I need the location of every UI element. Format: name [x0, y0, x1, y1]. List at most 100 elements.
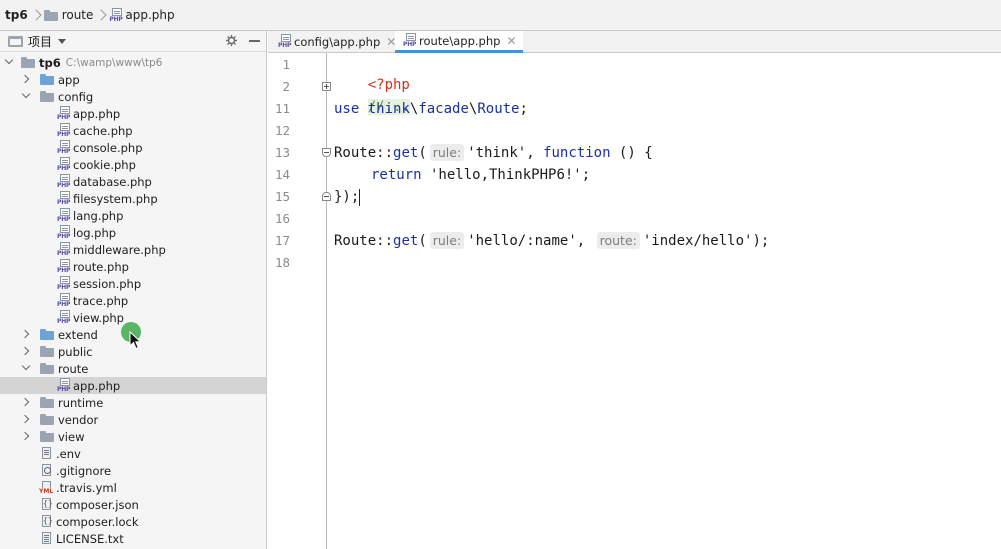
tree-item-label: app.php: [73, 378, 121, 393]
tree-file[interactable]: .gitignore: [0, 462, 266, 479]
project-panel: 项目 tp6 C:\wamp\www\tp6 app config PHP app.p…: [0, 31, 267, 549]
gear-icon[interactable]: [226, 35, 237, 46]
tree-file[interactable]: PHP console.php: [0, 139, 266, 156]
tree-file[interactable]: LICENSE.txt: [0, 530, 266, 547]
dropdown-arrow-icon[interactable]: [58, 38, 67, 44]
tree-file[interactable]: PHP route.php: [0, 258, 266, 275]
tree-item-label: middleware.php: [73, 242, 166, 257]
tree-item-label: .travis.yml: [56, 480, 117, 495]
parameter-hint: rule:: [429, 232, 465, 249]
tree-item-label: vendor: [58, 412, 99, 427]
php-file-icon: PHP: [57, 123, 71, 138]
tree-folder-view[interactable]: view: [0, 428, 266, 445]
folder-icon: [40, 363, 54, 374]
code-line-17: Route::get(rule:'hello/:name', route:'in…: [334, 232, 770, 249]
tree-file[interactable]: PHP filesystem.php: [0, 190, 266, 207]
chevron-right-icon[interactable]: [22, 432, 30, 440]
line-number: 17: [274, 233, 290, 248]
tab-route-app-php[interactable]: PHP route\app.php ✕: [395, 31, 523, 53]
tree-root-name: tp6: [39, 55, 61, 70]
php-file-icon: PHP: [57, 259, 71, 274]
tree-item-label: cache.php: [73, 123, 133, 138]
parameter-hint: route:: [596, 232, 640, 249]
folder-icon: [21, 57, 35, 68]
folder-icon: [40, 414, 54, 425]
tree-item-label: public: [58, 344, 93, 359]
php-file-icon: PHP: [57, 174, 71, 189]
tree-item-label: console.php: [73, 140, 143, 155]
tree-file[interactable]: PHP log.php: [0, 224, 266, 241]
tree-item-label: app.php: [73, 106, 121, 121]
folder-icon: [40, 329, 54, 340]
tree-file[interactable]: PHP database.php: [0, 173, 266, 190]
tree-item-label: route.php: [73, 259, 129, 274]
chevron-right-icon[interactable]: [22, 415, 30, 423]
tree-file[interactable]: .env: [0, 445, 266, 462]
tree-file[interactable]: PHP session.php: [0, 275, 266, 292]
folder-icon: [40, 91, 54, 102]
git-file-icon: [41, 463, 53, 478]
line-number: 1: [282, 57, 290, 72]
tree-file[interactable]: PHP trace.php: [0, 292, 266, 309]
tree-file[interactable]: PHP lang.php: [0, 207, 266, 224]
tree-folder-app[interactable]: app: [0, 71, 266, 88]
minimize-icon[interactable]: [249, 40, 260, 42]
close-icon[interactable]: ✕: [506, 34, 516, 48]
tree-file[interactable]: .travis.yml: [0, 479, 266, 496]
tree-item-label: session.php: [73, 276, 142, 291]
folder-icon: [40, 431, 54, 442]
tree-item-label: extend: [58, 327, 98, 342]
chevron-right-icon[interactable]: [22, 398, 30, 406]
code-line-15: });: [334, 188, 361, 206]
line-number: 12: [274, 123, 290, 138]
folder-icon: [40, 74, 54, 85]
tree-folder-route[interactable]: route: [0, 360, 266, 377]
txt-file-icon: [41, 531, 53, 546]
code-line-2: //...: [334, 77, 410, 115]
breadcrumb-root[interactable]: tp6: [5, 8, 28, 22]
tree-file[interactable]: PHP middleware.php: [0, 241, 266, 258]
tree-item-label: route: [58, 361, 89, 376]
breadcrumb-folder[interactable]: route: [62, 8, 94, 22]
chevron-right-icon[interactable]: [22, 347, 30, 355]
yml-file-icon: [39, 480, 54, 495]
tree-file[interactable]: PHP app.php: [0, 105, 266, 122]
tree-folder-vendor[interactable]: vendor: [0, 411, 266, 428]
tree-folder-runtime[interactable]: runtime: [0, 394, 266, 411]
chevron-down-icon[interactable]: [22, 364, 30, 372]
tree-item-label: trace.php: [73, 293, 129, 308]
chevron-right-icon[interactable]: [22, 330, 30, 338]
project-panel-title[interactable]: 项目: [28, 33, 52, 50]
php-file-icon: PHP: [57, 276, 71, 291]
tree-file[interactable]: composer.lock: [0, 513, 266, 530]
php-file-icon: PHP: [57, 225, 71, 240]
tree-item-label: lang.php: [73, 208, 124, 223]
chevron-down-icon[interactable]: [5, 58, 13, 66]
editor-gutter: 1 2 11 12 13 14 15 16 17 18: [268, 53, 331, 549]
tree-root[interactable]: tp6 C:\wamp\www\tp6: [0, 54, 266, 71]
tree-item-label: .gitignore: [56, 463, 112, 478]
code-line-1: <?php: [367, 77, 410, 93]
breadcrumb-separator-icon: [96, 8, 106, 22]
tree-file[interactable]: composer.json: [0, 496, 266, 513]
php-file-icon: PHP: [109, 7, 123, 23]
code-editor[interactable]: <?php //... use think\facade\Route; Rout…: [327, 53, 1001, 549]
breadcrumb-file[interactable]: app.php: [125, 8, 174, 22]
tree-file[interactable]: PHP app.php: [0, 377, 266, 394]
tab-config-app-php[interactable]: PHP config\app.php ✕: [270, 31, 402, 52]
navigation-breadcrumb: tp6 route PHP app.php: [0, 0, 1001, 31]
parameter-hint: rule:: [429, 144, 465, 161]
chevron-right-icon[interactable]: [22, 75, 30, 83]
line-number: 14: [274, 167, 290, 182]
tree-folder-config[interactable]: config: [0, 88, 266, 105]
line-number: 16: [274, 211, 290, 226]
folder-icon: [40, 397, 54, 408]
breadcrumb-separator-icon: [31, 8, 41, 22]
tree-item-label: view: [58, 429, 85, 444]
php-file-icon: PHP: [57, 140, 71, 155]
tree-file[interactable]: PHP cookie.php: [0, 156, 266, 173]
line-number: 11: [274, 101, 290, 116]
editor-tab-bar: PHP config\app.php ✕ PHP route\app.php ✕: [268, 31, 1001, 53]
tree-file[interactable]: PHP cache.php: [0, 122, 266, 139]
chevron-down-icon[interactable]: [22, 92, 30, 100]
